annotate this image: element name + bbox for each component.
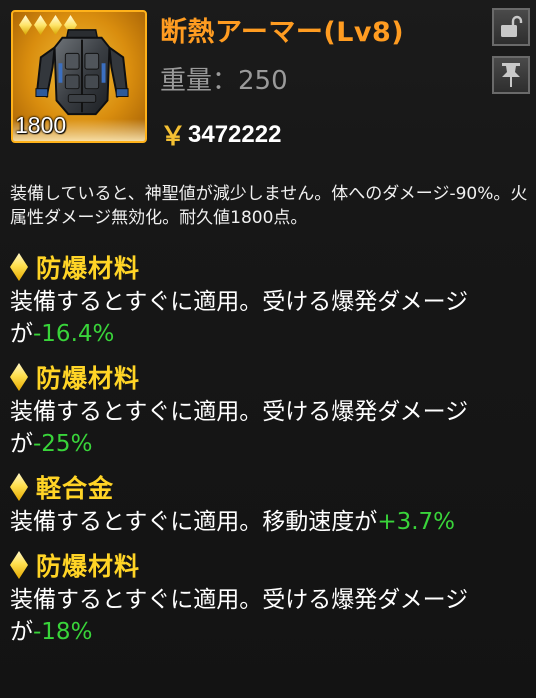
modifier-entry: 軽合金 装備するとすぐに適用。移動速度が+3.7% <box>10 468 530 538</box>
modifier-description: 装備するとすぐに適用。受ける爆発ダメージが-25% <box>10 396 530 460</box>
diamond-icon <box>10 253 28 281</box>
item-count: 1800 <box>15 112 67 138</box>
modifier-value: +3.7% <box>377 509 456 535</box>
modifier-description: 装備するとすぐに適用。移動速度が+3.7% <box>10 506 530 538</box>
body-armor-icon <box>35 29 129 116</box>
modifier-header: 防爆材料 <box>10 248 530 286</box>
yen-icon: ￥ <box>160 122 187 152</box>
lock-button[interactable] <box>492 8 530 46</box>
pin-button[interactable] <box>492 56 530 94</box>
modifier-name: 防爆材料 <box>36 552 141 581</box>
diamond-icon <box>10 473 28 501</box>
modifier-entry: 防爆材料 装備するとすぐに適用。受ける爆発ダメージが-25% <box>10 358 530 460</box>
item-icon-slot[interactable]: 1800 <box>11 10 147 143</box>
modifier-description: 装備するとすぐに適用。受ける爆発ダメージが-16.4% <box>10 286 530 350</box>
diamond-icon <box>10 551 28 579</box>
modifier-entry: 防爆材料 装備するとすぐに適用。受ける爆発ダメージが-18% <box>10 546 530 648</box>
price-value: 3472222 <box>188 120 282 148</box>
pin-icon <box>502 63 520 87</box>
diamond-icon <box>10 363 28 391</box>
weight-value: 250 <box>238 66 288 96</box>
modifier-header: 防爆材料 <box>10 546 530 584</box>
modifier-value: -25% <box>33 431 93 457</box>
modifier-name: 防爆材料 <box>36 254 141 283</box>
modifier-name: 軽合金 <box>36 474 115 503</box>
modifier-value: -16.4% <box>33 321 115 347</box>
modifier-text: 装備するとすぐに適用。移動速度が <box>10 509 378 535</box>
item-price: ￥ 3472222 <box>160 116 281 153</box>
modifier-list: 防爆材料 装備するとすぐに適用。受ける爆発ダメージが-16.4% 防爆材料 装備… <box>10 248 530 656</box>
modifier-header: 防爆材料 <box>10 358 530 396</box>
lock-open-icon <box>501 15 523 37</box>
modifier-entry: 防爆材料 装備するとすぐに適用。受ける爆発ダメージが-16.4% <box>10 248 530 350</box>
item-description: 装備していると、神聖値が減少しません。体へのダメージ-90%。火属性ダメージ無効… <box>10 184 528 228</box>
weight-label: 重量： <box>160 66 239 96</box>
modifier-description: 装備するとすぐに適用。受ける爆発ダメージが-18% <box>10 584 530 648</box>
rarity-diamond-icon <box>19 15 32 35</box>
item-title: 断熱アーマー(Lv8) <box>160 17 405 48</box>
item-tooltip: 1800 断熱アーマー(Lv8) 重量：250 ￥ 3472222 装備している… <box>0 0 536 698</box>
modifier-header: 軽合金 <box>10 468 530 506</box>
item-weight: 重量：250 <box>160 60 288 97</box>
modifier-value: -18% <box>33 619 93 645</box>
modifier-name: 防爆材料 <box>36 364 141 393</box>
